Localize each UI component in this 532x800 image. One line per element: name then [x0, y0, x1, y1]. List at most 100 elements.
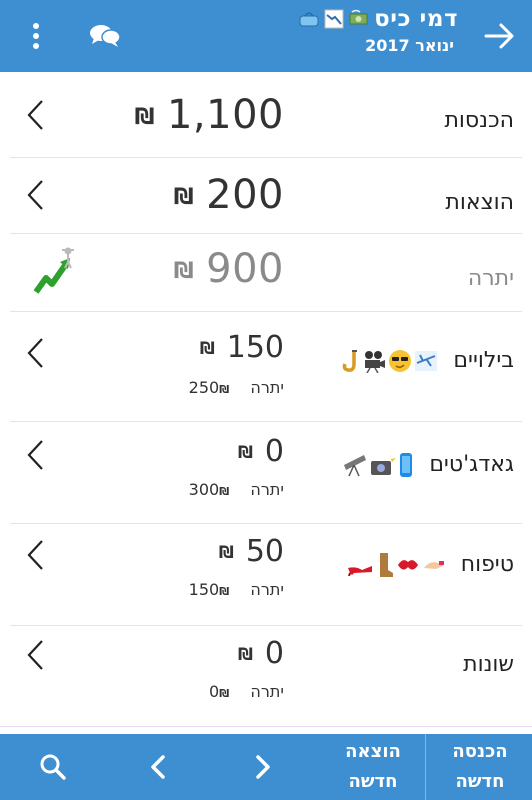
category-icons: [340, 349, 438, 373]
category-row-gadgets[interactable]: גאדג'טים ₪ 0 יתרה 300₪: [10, 422, 522, 524]
previous-month-button[interactable]: [106, 734, 210, 800]
list-footer-divider: [0, 726, 532, 734]
chevron-left-icon[interactable]: [24, 538, 46, 572]
overflow-menu-button[interactable]: [26, 18, 46, 54]
category-icons: [346, 552, 446, 578]
camera-flash-icon: [371, 454, 397, 475]
search-button[interactable]: [0, 734, 106, 800]
new-expense-button[interactable]: הוצאה חדשה: [321, 734, 425, 800]
category-amount-value: 150: [226, 330, 284, 365]
money-with-wings-icon: [348, 9, 370, 29]
category-balance-label: יתרה: [250, 480, 284, 499]
income-value: 1,100: [166, 92, 284, 138]
sunglasses-face-icon: [389, 350, 412, 372]
category-label: בילויים: [340, 348, 514, 373]
new-expense-label-line2: חדשה: [348, 771, 398, 792]
bottom-action-bar: הכנסה חדשה הוצאה חדשה: [0, 734, 532, 800]
category-name: גאדג'טים: [429, 452, 514, 477]
header-titles: דמי כיס ינואר 2017: [298, 6, 458, 55]
expenses-value: 200: [206, 172, 284, 218]
balance-label: יתרה: [467, 266, 514, 291]
movie-camera-icon: [365, 351, 386, 373]
new-income-label-line2: חדשה: [455, 771, 505, 792]
chevron-left-icon[interactable]: [24, 98, 46, 132]
category-amount: ₪ 150: [200, 330, 284, 365]
category-label: גאדג'טים: [340, 452, 514, 478]
category-balance-value: 150: [188, 580, 220, 599]
divider: [425, 734, 426, 800]
trending-up-icon: [33, 247, 74, 294]
chevron-left-icon: [151, 755, 165, 779]
expenses-label: הוצאות: [445, 190, 514, 215]
currency-symbol: ₪: [199, 339, 215, 358]
telescope-icon: [344, 455, 367, 477]
currency-symbol: ₪: [134, 104, 155, 130]
category-name: בילויים: [453, 348, 514, 373]
category-balance-label: יתרה: [250, 378, 284, 397]
nail-polish-icon: [423, 561, 444, 569]
more-vertical-icon: [33, 23, 39, 49]
category-name: שונות: [463, 652, 514, 677]
category-row-grooming[interactable]: טיפוח ₪ 50 יתרה 150₪: [10, 524, 522, 626]
category-balance: יתרה 300₪: [189, 480, 284, 499]
category-amount-value: 0: [264, 434, 284, 469]
currency-symbol: ₪: [219, 383, 230, 396]
saxophone-icon: [343, 350, 358, 372]
currency-symbol: ₪: [237, 645, 253, 664]
app-bar: דמי כיס ינואר 2017: [0, 0, 532, 72]
currency-symbol: ₪: [173, 258, 195, 284]
category-row-outings[interactable]: בילויים ₪ 150 יתרה 250₪: [10, 312, 522, 422]
currency-symbol: ₪: [219, 585, 230, 598]
new-income-label-line1: הכנסה: [452, 741, 508, 762]
search-icon: [40, 754, 66, 780]
high-heel-icon: [347, 566, 372, 576]
new-income-button[interactable]: הכנסה חדשה: [428, 734, 532, 800]
category-balance-label: יתרה: [250, 682, 284, 701]
category-balance-value: 300: [188, 480, 220, 499]
new-expense-label-line1: הוצאה: [345, 741, 401, 762]
category-balance: יתרה 0₪: [209, 682, 284, 701]
balance-value: 900: [206, 246, 284, 292]
chevron-left-icon[interactable]: [24, 178, 46, 212]
currency-symbol: ₪: [218, 543, 234, 562]
chat-bubbles-icon: [90, 25, 121, 47]
airplane-icon: [415, 351, 438, 371]
next-month-button[interactable]: [210, 734, 316, 800]
category-label: טיפוח: [346, 552, 514, 578]
arrow-right-icon: [484, 23, 514, 49]
page-subtitle: ינואר 2017: [365, 36, 454, 55]
page-title: דמי כיס: [374, 6, 458, 32]
chevron-left-icon[interactable]: [24, 438, 46, 472]
category-balance-value: 0: [209, 682, 220, 701]
currency-symbol: ₪: [219, 485, 230, 498]
category-balance-label: יתרה: [250, 580, 284, 599]
income-row[interactable]: הכנסות ₪ 1,100: [10, 72, 522, 158]
kiss-mark-icon: [397, 560, 418, 570]
chart-decreasing-icon: [324, 9, 344, 29]
chat-button[interactable]: [88, 22, 122, 50]
income-amount: ₪ 1,100: [135, 92, 284, 138]
category-amount: ₪ 0: [238, 636, 284, 671]
balance-row: יתרה ₪ 900: [10, 234, 522, 312]
chevron-left-icon[interactable]: [24, 638, 46, 672]
balance-amount: ₪ 900: [174, 246, 284, 292]
income-label: הכנסות: [444, 108, 514, 133]
category-amount: ₪ 0: [238, 434, 284, 469]
category-balance: יתרה 250₪: [189, 378, 284, 397]
expenses-amount: ₪ 200: [174, 172, 284, 218]
mobile-phone-icon: [400, 453, 413, 477]
category-balance: יתרה 150₪: [189, 580, 284, 599]
chevron-right-icon: [256, 755, 270, 779]
expenses-row[interactable]: הוצאות ₪ 200: [10, 158, 522, 234]
category-amount: ₪ 50: [219, 534, 284, 569]
currency-symbol: ₪: [219, 687, 230, 700]
category-label: שונות: [463, 652, 514, 677]
category-icons: [340, 452, 414, 478]
chevron-left-icon[interactable]: [24, 336, 46, 370]
category-row-misc[interactable]: שונות ₪ 0 יתרה 0₪: [10, 626, 522, 726]
back-button[interactable]: [482, 18, 518, 54]
currency-symbol: ₪: [173, 184, 195, 210]
purse-icon: [298, 10, 320, 28]
category-name: טיפוח: [460, 552, 514, 577]
category-amount-value: 50: [245, 534, 284, 569]
